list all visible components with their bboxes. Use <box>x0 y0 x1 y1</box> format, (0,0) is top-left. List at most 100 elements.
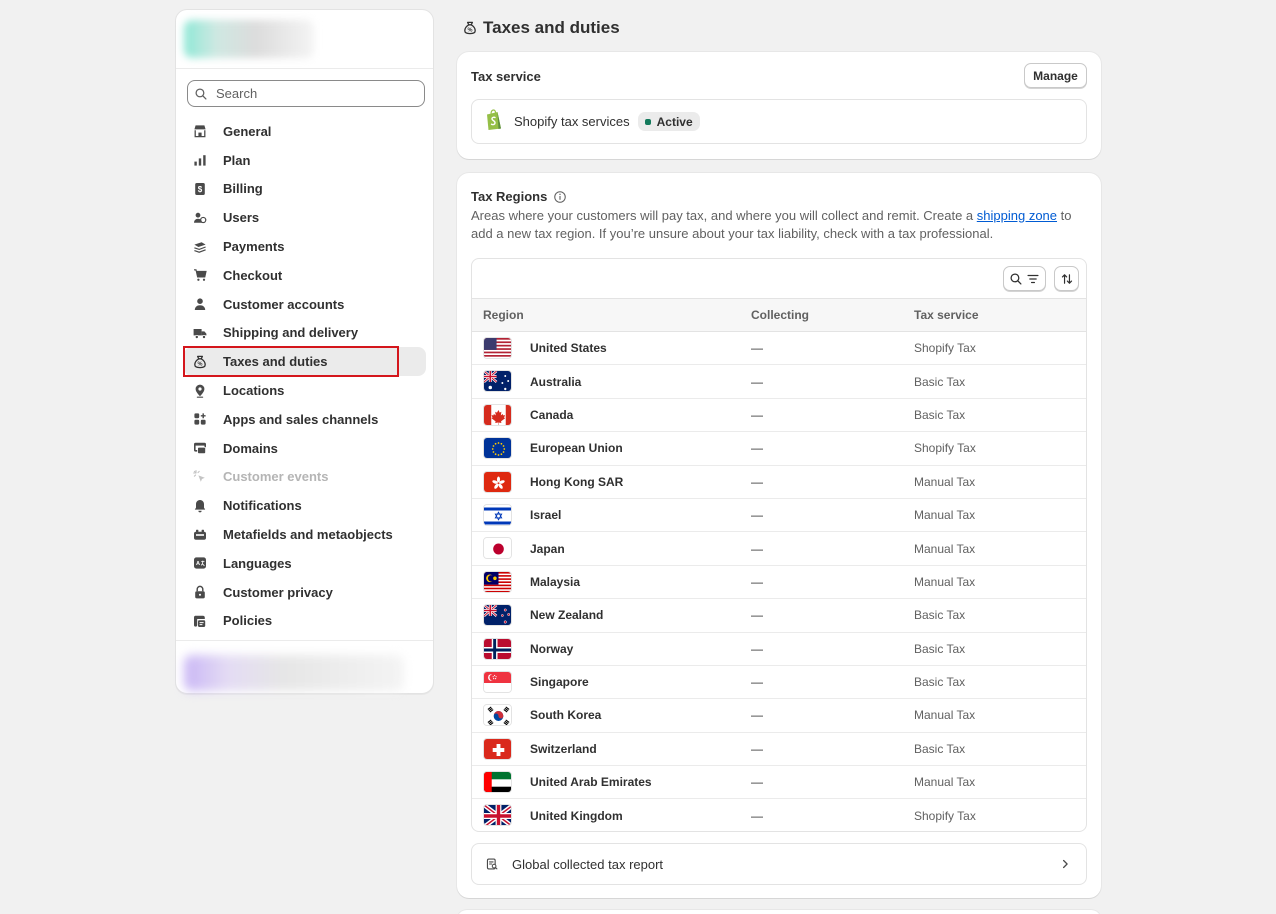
collecting-value: — <box>751 741 763 756</box>
search-filter-button[interactable] <box>1003 266 1046 291</box>
column-collecting: Collecting <box>751 308 810 322</box>
table-row[interactable]: Japan — Manual Tax <box>472 532 1086 566</box>
sidebar-item-label: Locations <box>223 383 285 399</box>
sidebar-item-notifications[interactable]: Notifications <box>184 491 426 520</box>
collecting-value: — <box>751 708 763 723</box>
sidebar-item-locations[interactable]: Locations <box>184 376 426 405</box>
flag-au-icon <box>483 370 512 393</box>
region-name: Hong Kong SAR <box>530 474 624 489</box>
tax-service-value: Manual Tax <box>914 474 976 489</box>
region-name: South Korea <box>530 708 602 723</box>
region-name: New Zealand <box>530 608 604 623</box>
shipping-zone-link[interactable]: shipping zone <box>977 208 1057 223</box>
search-input[interactable] <box>216 86 406 101</box>
user-profile-blurred[interactable] <box>184 655 404 691</box>
truck-icon <box>192 325 208 341</box>
tax-service-value: Manual Tax <box>914 574 976 589</box>
table-header: Region Collecting Tax service <box>472 299 1086 332</box>
tax-service-value: Manual Tax <box>914 708 976 723</box>
table-row[interactable]: South Korea — Manual Tax <box>472 699 1086 733</box>
collecting-value: — <box>751 574 763 589</box>
sidebar-item-metafields-and-metaobjects[interactable]: Metafields and metaobjects <box>184 520 426 549</box>
sidebar-item-users[interactable]: Users <box>184 203 426 232</box>
table-row[interactable]: Malaysia — Manual Tax <box>472 566 1086 600</box>
table-row[interactable]: United Arab Emirates — Manual Tax <box>472 766 1086 800</box>
sidebar-item-policies[interactable]: Policies <box>184 607 426 636</box>
sort-button[interactable] <box>1054 266 1079 291</box>
sidebar-item-label: Customer events <box>223 469 329 485</box>
collecting-value: — <box>751 341 763 356</box>
tax-regions-description: Areas where your customers will pay tax,… <box>471 207 1089 243</box>
table-row[interactable]: Switzerland — Basic Tax <box>472 733 1086 767</box>
table-row[interactable]: New Zealand — Basic Tax <box>472 599 1086 633</box>
lock-icon <box>192 584 208 600</box>
table-row[interactable]: United Kingdom — Shopify Tax <box>472 799 1086 831</box>
table-row[interactable]: European Union — Shopify Tax <box>472 432 1086 466</box>
flag-ae-icon <box>483 771 512 794</box>
table-row[interactable]: Israel — Manual Tax <box>472 499 1086 533</box>
sidebar-item-label: Payments <box>223 239 285 255</box>
sidebar-item-payments[interactable]: Payments <box>184 232 426 261</box>
manage-button[interactable]: Manage <box>1024 63 1087 88</box>
sidebar-item-languages[interactable]: A Languages <box>184 549 426 578</box>
collecting-value: — <box>751 508 763 523</box>
sidebar-item-plan[interactable]: Plan <box>184 146 426 175</box>
info-icon[interactable] <box>553 190 567 204</box>
sidebar-item-label: Languages <box>223 555 292 571</box>
search-field[interactable] <box>187 80 425 107</box>
chevron-right-icon <box>1058 857 1072 871</box>
tax-service-value: Shopify Tax <box>914 441 976 456</box>
sidebar-item-general[interactable]: General <box>184 117 426 146</box>
service-name: Shopify tax services <box>514 114 630 129</box>
status-text: Active <box>656 114 693 129</box>
sidebar-item-label: Policies <box>223 613 273 629</box>
sidebar-item-shipping-and-delivery[interactable]: Shipping and delivery <box>184 319 426 348</box>
collecting-value: — <box>751 407 763 422</box>
sidebar-item-checkout[interactable]: Checkout <box>184 261 426 290</box>
tax-service-value: Basic Tax <box>914 608 966 623</box>
sidebar-item-apps-and-sales-channels[interactable]: Apps and sales channels <box>184 405 426 434</box>
sidebar-item-label: Domains <box>223 440 278 456</box>
store-icon <box>192 123 208 139</box>
sidebar-item-customer-accounts[interactable]: Customer accounts <box>184 290 426 319</box>
collecting-value: — <box>751 608 763 623</box>
flag-ca-icon <box>483 403 512 426</box>
page-title: % Taxes and duties <box>462 18 620 38</box>
tax-bag-icon: % <box>192 354 208 370</box>
store-header-blurred[interactable] <box>184 20 314 58</box>
sidebar-item-label: General <box>223 123 272 139</box>
region-name: Israel <box>530 508 562 523</box>
sidebar-item-domains[interactable]: Domains <box>184 434 426 463</box>
tax-service-value: Shopify Tax <box>914 341 976 356</box>
region-name: European Union <box>530 441 623 456</box>
scrollbar[interactable] <box>1272 0 1276 914</box>
region-name: United Arab Emirates <box>530 775 652 790</box>
tax-bag-icon: % <box>462 20 478 36</box>
tax-service-value: Basic Tax <box>914 675 966 690</box>
table-row[interactable]: Australia — Basic Tax <box>472 365 1086 399</box>
apps-icon <box>192 411 208 427</box>
table-row[interactable]: Norway — Basic Tax <box>472 633 1086 666</box>
region-name: Malaysia <box>530 574 581 589</box>
table-row[interactable]: United States — Shopify Tax <box>472 332 1086 366</box>
table-row[interactable]: Singapore — Basic Tax <box>472 666 1086 700</box>
billing-icon: $ <box>192 181 208 197</box>
shopify-tax-service-row[interactable]: Shopify tax services Active <box>471 99 1087 144</box>
table-toolbar <box>472 259 1086 299</box>
sidebar-item-customer-privacy[interactable]: Customer privacy <box>184 578 426 607</box>
table-row[interactable]: Hong Kong SAR — Manual Tax <box>472 466 1086 499</box>
flag-ch-icon <box>483 737 512 760</box>
flag-kr-icon <box>483 704 512 727</box>
sidebar-item-label: Taxes and duties <box>223 354 328 370</box>
tax-service-value: Manual Tax <box>914 775 976 790</box>
sidebar-item-label: Shipping and delivery <box>223 325 359 341</box>
sidebar-item-label: Customer accounts <box>223 296 345 312</box>
collecting-value: — <box>751 374 763 389</box>
global-tax-report-link[interactable]: Global collected tax report <box>471 843 1087 885</box>
status-badge: Active <box>637 112 700 131</box>
region-name: United Kingdom <box>530 809 623 824</box>
sidebar-item-billing[interactable]: $ Billing <box>184 175 426 204</box>
table-row[interactable]: Canada — Basic Tax <box>472 399 1086 433</box>
sidebar-item-taxes-and-duties[interactable]: % Taxes and duties <box>183 346 426 378</box>
region-name: Japan <box>530 541 565 556</box>
